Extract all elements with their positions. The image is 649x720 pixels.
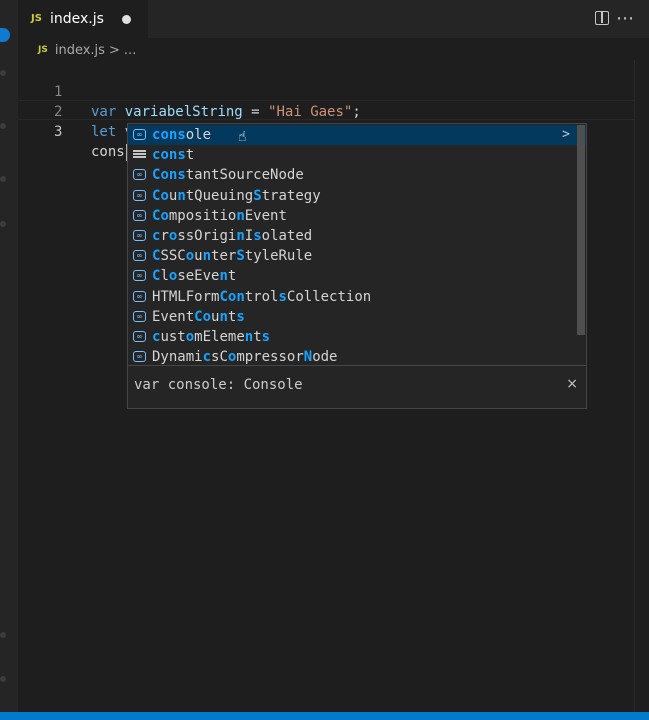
suggestion-label: HTMLFormControlsCollection [152,288,372,305]
account-icon[interactable] [0,632,6,638]
variable-icon: ∞ [133,230,146,241]
suggestion-item[interactable]: const [128,145,586,165]
suggestion-label: console [152,127,212,143]
javascript-file-icon: JS [31,13,42,24]
string-literal: "Hai Gaes" [268,104,353,120]
editor-scrollbar[interactable] [634,60,649,712]
split-editor-icon[interactable] [595,11,609,25]
suggestion-label: crossOriginIsolated [152,228,313,244]
activity-icon[interactable] [0,70,6,76]
status-bar [0,712,649,720]
activity-bar [0,0,18,712]
typed-text: cons [91,144,125,160]
activity-icon[interactable] [0,176,6,182]
suggestion-label: CloseEvent [152,268,237,285]
semicolon: ; [352,104,361,120]
suggestion-widget[interactable]: ∞ console ☝ > const ∞ ConstantSourceNode ∞ Count… [127,123,587,409]
variable-icon: ∞ [133,189,146,201]
suggestion-label: CompositionEvent [152,207,287,224]
accounts-badge[interactable] [0,28,10,42]
suggestion-item[interactable]: ∞ CloseEvent [128,266,586,286]
suggestion-item[interactable]: ∞ EventCounts [128,307,586,327]
variable-icon: ∞ [133,250,146,262]
line-number: 3 [54,124,63,140]
suggestion-item[interactable]: ∞ customElements [128,327,586,347]
code-line-2[interactable]: 2 let variabelNumber = 123; [18,82,302,140]
line-number: 2 [54,104,63,120]
suggestion-item[interactable]: ∞ console ☝ > [128,125,586,145]
suggestion-scrollbar[interactable] [577,125,585,335]
line-number: 1 [54,84,63,100]
suggestion-detail-text: var console: Console [134,377,303,393]
breadcrumb-separator: > [108,42,120,58]
tab-bar: JS index.js ⋯ [18,0,649,38]
keyword: let [91,124,117,140]
breadcrumb-file[interactable]: index.js [55,43,105,58]
pointer-hand-icon: ☝ [238,129,247,145]
suggestion-label: const [152,147,195,164]
variable-icon: ∞ [133,351,146,363]
breadcrumb: JS index.js > ... [38,40,136,60]
suggestion-item[interactable]: ∞ crossOriginIsolated [128,226,586,246]
close-details-icon[interactable]: × [566,376,578,392]
tab-label: index.js [50,11,104,27]
identifier: variabelString [124,104,243,120]
code-line-1[interactable]: 1 var variabelString = "Hai Gaes"; [18,62,361,120]
suggestion-label: EventCounts [152,308,245,325]
more-actions-icon[interactable]: ⋯ [616,8,635,29]
variable-icon: ∞ [133,290,146,302]
suggestion-item[interactable]: ∞ ConstantSourceNode [128,165,586,185]
suggestion-details: var console: Console × [128,365,586,408]
keyword: var [91,104,117,120]
suggestion-item[interactable]: ∞ CountQueuingStrategy [128,186,586,206]
suggestion-item[interactable]: ∞ CSSCounterStyleRule [128,246,586,266]
variable-icon: ∞ [133,169,146,181]
activity-icon[interactable] [0,221,6,227]
operator: = [242,104,269,120]
suggestion-label: CSSCounterStyleRule [152,248,313,265]
variable-icon: ∞ [133,331,146,342]
keyword-icon [133,149,146,160]
code-line-3[interactable]: 3 cons [18,102,128,161]
javascript-file-icon: JS [38,45,48,55]
unsaved-dot-icon[interactable] [122,15,131,24]
suggestion-item[interactable]: ∞ CompositionEvent [128,206,586,226]
activity-icon[interactable] [0,123,6,129]
suggestion-label: customElements [152,329,271,345]
suggestion-item[interactable]: ∞ HTMLFormControlsCollection [128,287,586,307]
variable-icon: ∞ [133,310,146,322]
settings-icon[interactable] [0,676,6,682]
variable-icon: ∞ [133,270,146,282]
breadcrumb-trail[interactable]: ... [124,43,136,58]
variable-icon: ∞ [133,209,146,221]
tab-index-js[interactable]: JS index.js [18,0,148,38]
variable-icon: ∞ [133,129,146,140]
suggestion-label: ConstantSourceNode [152,167,304,184]
read-more-chevron-icon[interactable]: > [562,125,570,145]
suggestion-label: CountQueuingStrategy [152,187,321,204]
